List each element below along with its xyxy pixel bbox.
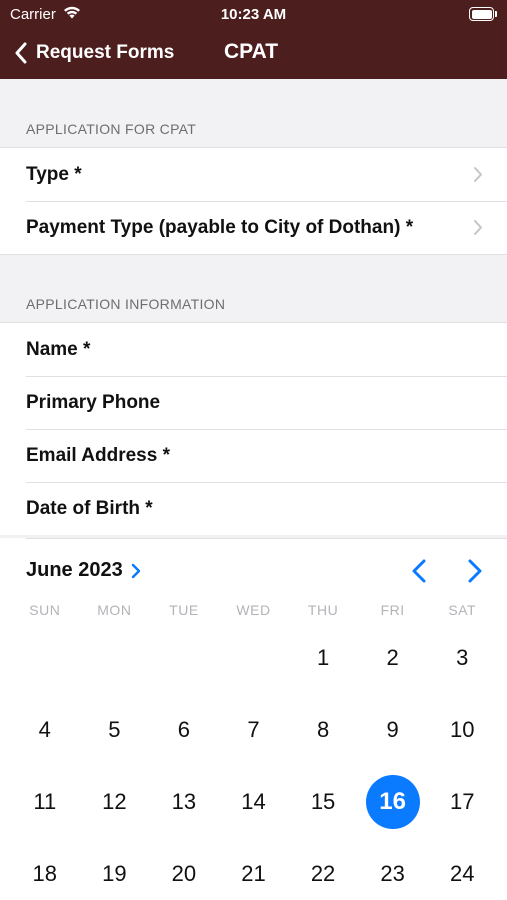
weekday-label: THU [307,602,339,618]
calendar-day[interactable]: 4 [10,694,80,766]
weekday-header: SUN MON TUE WED THU FRI SAT [10,602,497,618]
primary-phone-label: Primary Phone [26,391,161,413]
calendar-day[interactable]: 11 [10,766,80,838]
calendar-day-number: 4 [38,717,51,742]
calendar-day[interactable]: 3 [427,622,497,694]
calendar-day[interactable]: 20 [149,838,219,900]
calendar-day[interactable]: 8 [288,694,358,766]
weekday-label: SUN [29,602,61,618]
calendar-day[interactable]: 23 [358,838,428,900]
calendar-day[interactable]: 9 [358,694,428,766]
date-of-birth-label: Date of Birth * [26,497,153,519]
calendar-day-number: 6 [177,717,191,742]
calendar-day[interactable]: 19 [80,838,150,900]
calendar-day-number: 8 [316,717,330,742]
email-address-field[interactable]: Email Address * [0,429,507,482]
next-month-button[interactable] [462,558,486,584]
weekday-label: SAT [448,602,477,618]
date-picker-calendar: June 2023 SUN MON TUE WED THU FRI SAT 12345678… [0,538,507,900]
payment-type-row[interactable]: Payment Type (payable to City of Dothan)… [0,201,507,254]
app-header: Carrier 10:23 AM Request Forms CPAT [0,0,507,79]
calendar-day-number: 9 [386,717,399,742]
chevron-right-icon [131,563,140,578]
payment-type-label: Payment Type (payable to City of Dothan)… [26,216,414,238]
calendar-day[interactable]: 13 [149,766,219,838]
calendar-day[interactable]: 5 [80,694,150,766]
primary-phone-field[interactable]: Primary Phone [0,376,507,429]
chevron-left-icon [15,42,27,64]
back-button-label: Request Forms [36,42,175,63]
calendar-day-selected[interactable]: 16 [358,766,428,838]
calendar-day-number: 21 [241,861,266,886]
section-header-application-for-cpat: APPLICATION FOR CPAT [26,121,197,137]
calendar-day-number: 5 [108,717,121,742]
calendar-day-number: 11 [33,789,57,814]
form-group-application-for-cpat: Type * Payment Type (payable to City of … [0,147,507,255]
calendar-day-number: 7 [247,717,260,742]
calendar-day-number: 14 [241,789,266,814]
month-year-button[interactable]: June 2023 [26,559,141,582]
type-label: Type * [26,163,82,185]
calendar-day-number: 3 [456,645,469,670]
email-address-label: Email Address * [26,444,170,466]
weekday-label: WED [236,602,271,618]
calendar-day-number: 22 [310,861,336,886]
calendar-day[interactable]: 6 [149,694,219,766]
navigation-bar: Request Forms CPAT [0,28,507,79]
calendar-day-number: 17 [449,789,475,814]
calendar-day-number: 18 [32,861,58,886]
page-title: CPAT [224,40,279,63]
calendar-day[interactable]: 12 [80,766,150,838]
calendar-blank-cell [149,622,219,694]
date-of-birth-field[interactable]: Date of Birth * [0,482,507,535]
calendar-day-number: 16 [365,775,420,829]
form-group-application-information: Name * Primary Phone Email Address * Dat… [0,322,507,535]
calendar-day-number: 13 [171,789,197,814]
divider [26,538,507,539]
previous-month-button[interactable] [408,558,432,584]
calendar-day[interactable]: 7 [219,694,289,766]
calendar-day-number: 2 [386,645,399,670]
calendar-day-number: 10 [449,717,475,742]
month-year-label: June 2023 [26,559,123,581]
calendar-day-number: 15 [310,789,336,814]
calendar-day-number: 1 [316,645,330,670]
status-time: 10:23 AM [220,6,287,23]
calendar-day[interactable]: 15 [288,766,358,838]
calendar-day-number: 24 [449,861,475,886]
battery-icon [469,7,497,21]
name-field[interactable]: Name * [0,323,507,376]
calendar-day[interactable]: 14 [219,766,289,838]
chevron-right-icon [474,167,482,182]
calendar-day[interactable]: 18 [10,838,80,900]
chevron-right-icon [474,220,482,235]
calendar-day[interactable]: 24 [427,838,497,900]
calendar-day[interactable]: 21 [219,838,289,900]
calendar-blank-cell [10,622,80,694]
weekday-label: MON [97,602,132,618]
calendar-day-number: 12 [102,789,127,814]
calendar-day[interactable]: 17 [427,766,497,838]
calendar-day-number: 23 [380,861,405,886]
calendar-blank-cell [80,622,150,694]
weekday-label: FRI [380,602,405,618]
type-row[interactable]: Type * [0,148,507,201]
calendar-day-number: 19 [102,861,127,886]
calendar-day-number: 20 [171,861,197,886]
calendar-day[interactable]: 22 [288,838,358,900]
section-header-application-information: APPLICATION INFORMATION [26,296,226,312]
calendar-day[interactable]: 10 [427,694,497,766]
weekday-label: TUE [169,602,199,618]
name-label: Name * [26,338,91,360]
calendar-blank-cell [219,622,289,694]
calendar-day[interactable]: 1 [288,622,358,694]
calendar-day[interactable]: 2 [358,622,428,694]
back-button[interactable]: Request Forms [14,38,174,68]
calendar-days-grid: 1 2 3 4 5 6 7 8 9 10 11 12 13 14 15 16 17 18 19 20 21 22 23 24 [10,622,497,900]
status-bar: Carrier 10:23 AM [0,0,507,28]
